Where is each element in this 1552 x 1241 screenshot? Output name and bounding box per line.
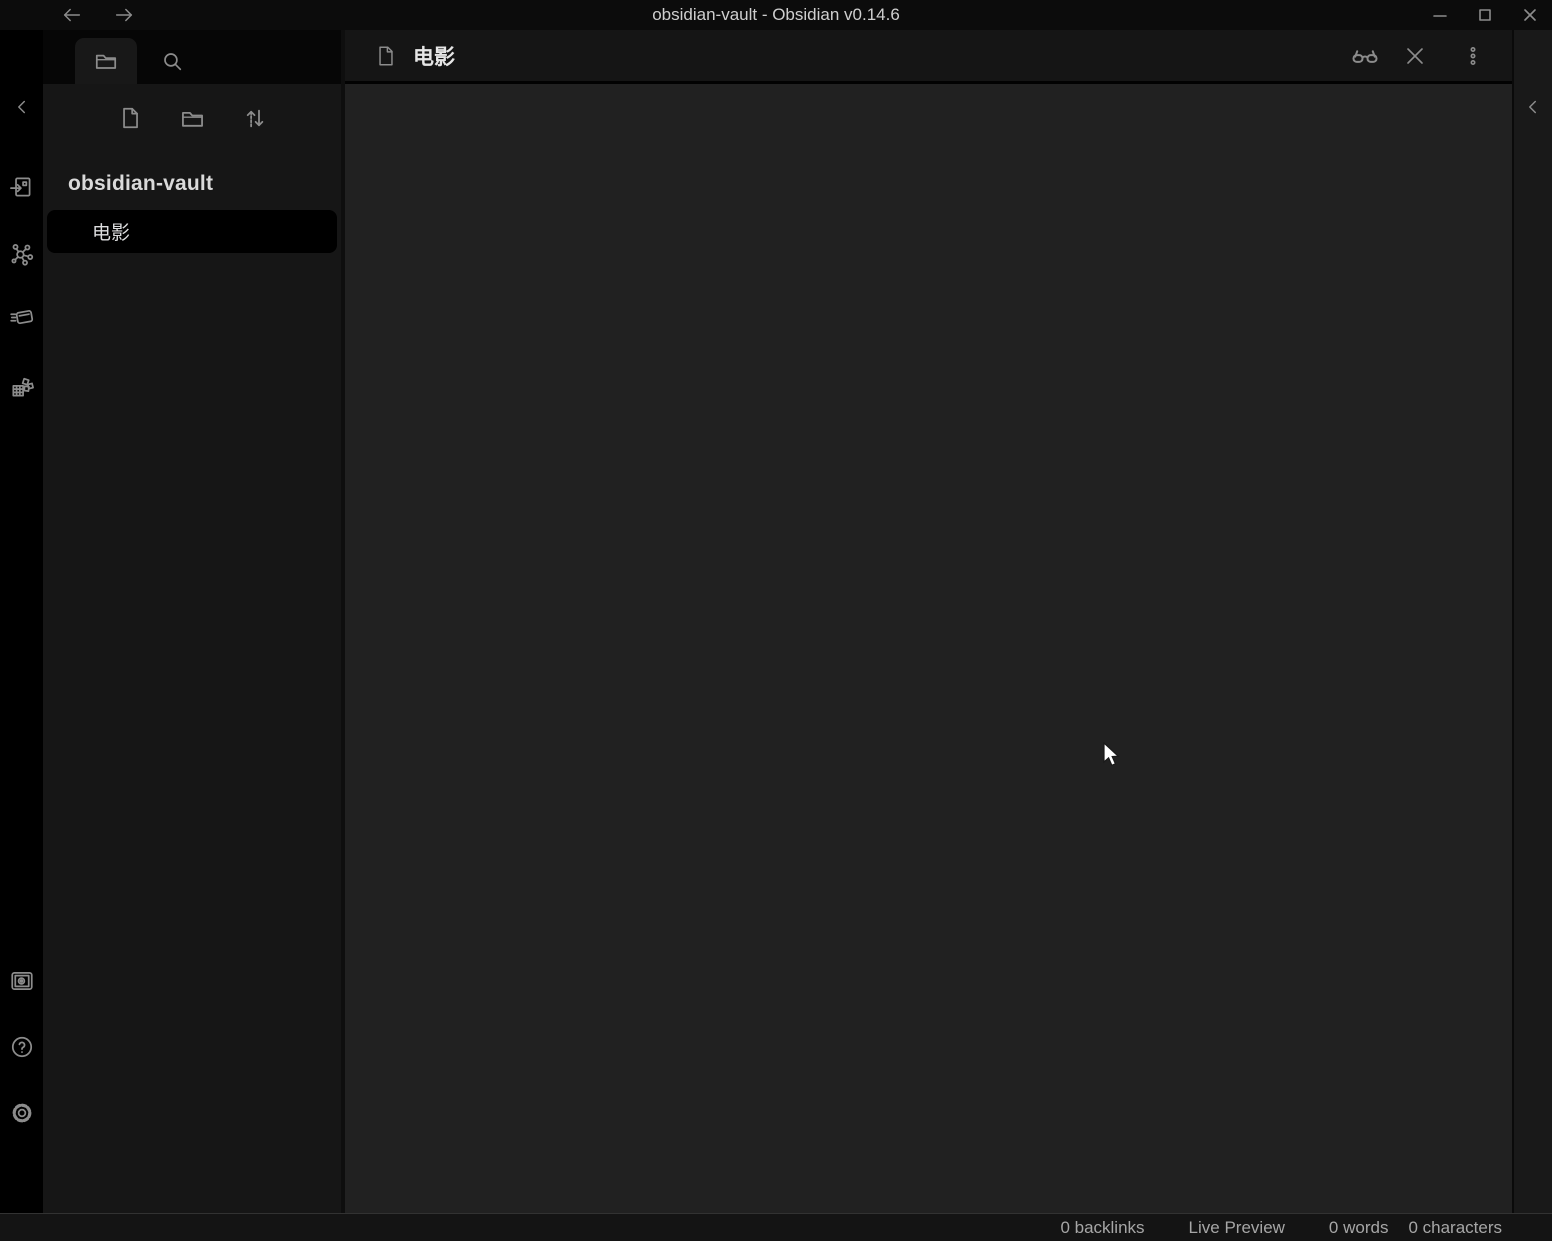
chevron-left-icon: [11, 96, 33, 118]
tab-file-explorer[interactable]: [75, 38, 137, 84]
char-count: 0 characters: [1408, 1218, 1502, 1238]
close-x-icon: [1403, 44, 1427, 68]
scattered-grid-icon: [9, 375, 35, 401]
help-button[interactable]: [8, 1033, 36, 1061]
close-pane-button[interactable]: [1400, 41, 1430, 71]
gear-icon: [9, 1100, 35, 1126]
mouse-cursor: [1101, 742, 1127, 770]
create-unique-note-button[interactable]: [8, 303, 36, 331]
new-folder-button[interactable]: [179, 105, 205, 131]
collapse-left-sidebar-button[interactable]: [8, 93, 36, 121]
main-area: obsidian-vault 电影 电影: [0, 30, 1552, 1213]
open-quick-switcher-button[interactable]: [8, 173, 36, 201]
window-title: obsidian-vault - Obsidian v0.14.6: [0, 0, 1552, 30]
tab-search[interactable]: [141, 38, 203, 84]
open-graph-view-button[interactable]: [8, 240, 36, 268]
new-folder-icon: [179, 105, 206, 132]
pane-actions: [1350, 41, 1488, 71]
editor-mode[interactable]: Live Preview: [1189, 1218, 1285, 1238]
status-bar: 0 backlinks Live Preview 0 words 0 chara…: [0, 1213, 1552, 1241]
right-sidebar-strip: [1512, 30, 1552, 1213]
more-options-button[interactable]: [1458, 41, 1488, 71]
minimize-icon: [1433, 8, 1447, 22]
status-counts: 0 words 0 characters: [1329, 1218, 1502, 1238]
vault-title[interactable]: obsidian-vault: [68, 172, 341, 196]
vault-safe-icon: [9, 968, 35, 994]
maximize-button[interactable]: [1462, 0, 1507, 30]
window-controls: [1417, 0, 1552, 30]
left-ribbon: [0, 30, 43, 1213]
open-random-note-button[interactable]: [8, 374, 36, 402]
magnifier-icon: [160, 49, 185, 74]
file-item-selected[interactable]: 电影: [47, 210, 337, 253]
new-file-icon: [117, 105, 143, 131]
maximize-icon: [1478, 8, 1492, 22]
pane-title: 电影: [413, 41, 455, 71]
sidebar-tab-row: [43, 30, 341, 84]
explorer-actions: [43, 84, 341, 142]
file-explorer-sidebar: obsidian-vault 电影: [43, 30, 345, 1213]
reading-view-button[interactable]: [1350, 41, 1380, 71]
close-window-icon: [1523, 8, 1537, 22]
new-note-button[interactable]: [117, 105, 143, 131]
word-count: 0 words: [1329, 1218, 1389, 1238]
backlinks-count[interactable]: 0 backlinks: [1060, 1218, 1144, 1238]
editor-content[interactable]: [345, 84, 1512, 1213]
glasses-icon: [1350, 41, 1380, 71]
expand-right-sidebar-button[interactable]: [1519, 93, 1547, 121]
minimize-button[interactable]: [1417, 0, 1462, 30]
close-window-button[interactable]: [1507, 0, 1552, 30]
question-circle-icon: [9, 1034, 35, 1060]
document-icon: [375, 44, 397, 68]
editor-pane: 电影: [345, 30, 1512, 1213]
file-item-label: 电影: [92, 218, 130, 245]
pane-header: 电影: [345, 30, 1512, 84]
folder-icon: [93, 48, 119, 74]
kebab-dots-icon: [1461, 43, 1485, 69]
flying-card-icon: [9, 304, 35, 330]
obsidian-window: obsidian-vault - Obsidian v0.14.6: [0, 0, 1552, 1241]
chevron-left-icon: [1522, 96, 1544, 118]
go-to-file-icon: [9, 174, 35, 200]
titlebar: obsidian-vault - Obsidian v0.14.6: [0, 0, 1552, 30]
settings-button[interactable]: [8, 1099, 36, 1127]
sort-order-button[interactable]: [241, 105, 267, 131]
graph-icon: [9, 241, 35, 267]
sort-arrows-icon: [241, 105, 268, 132]
open-another-vault-button[interactable]: [8, 967, 36, 995]
